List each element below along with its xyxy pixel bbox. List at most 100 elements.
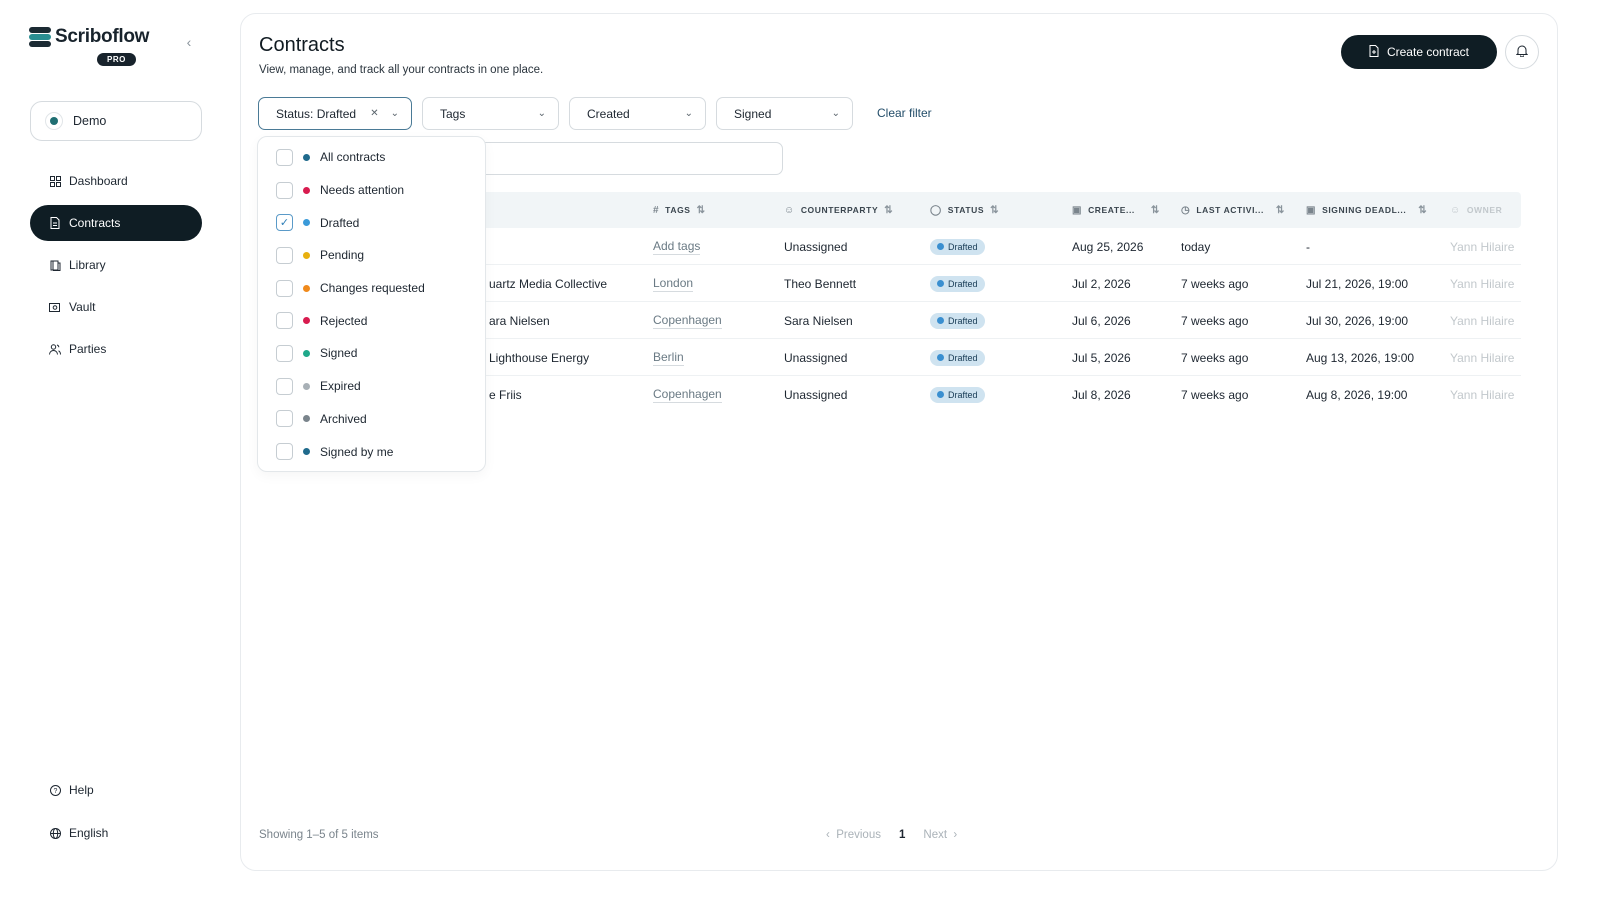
created-filter-label: Created [587, 106, 630, 121]
status-option-drafted[interactable]: ✓ Drafted [258, 206, 485, 239]
tag-link[interactable]: London [653, 276, 694, 292]
checkbox[interactable] [276, 279, 293, 297]
sort-icon: ⇅ [884, 204, 894, 216]
sidebar-item-contracts[interactable]: Contracts [30, 205, 202, 241]
checkbox[interactable] [276, 410, 293, 428]
sidebar-item-parties[interactable]: Parties [30, 331, 202, 367]
checkbox-checked[interactable]: ✓ [276, 214, 293, 232]
status-badge: Drafted [930, 349, 985, 366]
cell-last-activity: 7 weeks ago [1181, 350, 1249, 365]
sort-icon: ⇅ [1150, 204, 1160, 216]
column-created[interactable]: ▣ CREATE... ⇅ [1072, 192, 1160, 228]
column-label: CREATE... [1088, 205, 1135, 215]
checkbox[interactable] [276, 246, 293, 264]
status-dot [303, 382, 310, 390]
status-option-signed-by-me[interactable]: Signed by me [258, 435, 485, 468]
column-signing-deadline[interactable]: ▣ SIGNING DEADL... ⇅ [1306, 192, 1427, 228]
clear-filter-link[interactable]: Clear filter [877, 106, 932, 120]
sidebar-item-library[interactable]: Library [30, 247, 202, 283]
status-dot [303, 415, 310, 423]
checkbox[interactable] [276, 377, 293, 395]
cell-created: Jul 8, 2026 [1072, 387, 1131, 402]
status-option-expired[interactable]: Expired [258, 370, 485, 403]
status-option-needs-attention[interactable]: Needs attention [258, 174, 485, 207]
person-icon: ☺ [1450, 204, 1461, 216]
status-option-all-contracts[interactable]: All contracts [258, 141, 485, 174]
sidebar-item-help[interactable]: ? Help [30, 775, 202, 805]
created-filter[interactable]: Created ⌄ [569, 97, 706, 130]
pagination: ‹ Previous 1 Next › [826, 829, 957, 841]
status-badge: Drafted [930, 238, 985, 255]
status-dot [303, 448, 310, 456]
signed-filter[interactable]: Signed ⌄ [716, 97, 853, 130]
cell-last-activity: 7 weeks ago [1181, 387, 1249, 402]
status-option-pending[interactable]: Pending [258, 239, 485, 272]
tags-filter[interactable]: Tags ⌄ [422, 97, 559, 130]
sidebar-item-vault[interactable]: Vault [30, 289, 202, 325]
sidebar-item-label: Library [69, 258, 106, 272]
column-status[interactable]: ◯ STATUS ⇅ [930, 192, 999, 228]
add-tags-link[interactable]: Add tags [653, 239, 701, 255]
tag-link[interactable]: Copenhagen [653, 387, 722, 403]
cell-created: Aug 25, 2026 [1072, 239, 1144, 254]
collapse-sidebar-icon[interactable]: ‹ [181, 34, 197, 50]
cell-name: Lighthouse Energy [489, 350, 590, 365]
book-icon [49, 259, 61, 271]
checkbox[interactable] [276, 181, 293, 199]
page-number-button[interactable]: 1 [899, 829, 905, 841]
chevron-down-icon: ⌄ [537, 108, 546, 119]
checkbox[interactable] [276, 443, 293, 461]
status-option-rejected[interactable]: Rejected [258, 304, 485, 337]
notifications-button[interactable] [1505, 35, 1539, 69]
tag-link[interactable]: Berlin [653, 350, 684, 366]
status-filter[interactable]: Status: Drafted ✕ ⌄ [258, 97, 412, 130]
status-badge: Drafted [930, 275, 985, 292]
tag-link[interactable]: Copenhagen [653, 313, 722, 329]
next-page-button[interactable]: Next › [923, 829, 957, 841]
sidebar-item-label: Help [69, 783, 94, 797]
status-badge: Drafted [930, 386, 985, 403]
status-option-signed[interactable]: Signed [258, 337, 485, 370]
checkbox[interactable] [276, 344, 293, 362]
workspace-name: Demo [73, 114, 107, 128]
brand-logo[interactable]: Scriboflow [29, 26, 149, 48]
column-label: TAGS [665, 205, 691, 215]
clear-status-icon[interactable]: ✕ [370, 108, 378, 119]
column-last-activity[interactable]: ◷ LAST ACTIVI... ⇅ [1181, 192, 1285, 228]
column-owner[interactable]: ☺ OWNER [1450, 192, 1502, 228]
vault-icon [49, 301, 61, 313]
column-tags[interactable]: # TAGS ⇅ [653, 192, 706, 228]
language-nav: English [30, 818, 202, 854]
users-icon [49, 343, 61, 355]
brand-name: Scriboflow [55, 26, 150, 47]
column-label: STATUS [947, 205, 985, 215]
search-input[interactable] [471, 142, 783, 175]
create-contract-button[interactable]: Create contract [1341, 35, 1497, 69]
hash-icon: # [653, 204, 660, 216]
cell-last-activity: 7 weeks ago [1181, 313, 1249, 328]
cell-counterparty: Unassigned [784, 387, 848, 402]
sidebar-item-language[interactable]: English [30, 818, 202, 848]
workspace-switcher[interactable]: Demo [30, 101, 202, 141]
cell-owner: Yann Hilaire [1450, 387, 1515, 402]
chevron-down-icon: ⌄ [684, 108, 693, 119]
column-counterparty[interactable]: ☺ COUNTERPARTY ⇅ [784, 192, 893, 228]
logo-mark-icon [29, 26, 51, 48]
page-subtitle: View, manage, and track all your contrac… [259, 64, 544, 76]
previous-page-button[interactable]: ‹ Previous [826, 829, 881, 841]
status-badge: Drafted [930, 312, 985, 329]
status-option-changes-requested[interactable]: Changes requested [258, 272, 485, 305]
cell-deadline: Aug 13, 2026, 19:00 [1306, 350, 1415, 365]
status-dot [303, 251, 310, 259]
status-filter-dropdown: All contracts Needs attention ✓ Drafted P… [257, 136, 486, 472]
sort-icon: ⇅ [990, 204, 1000, 216]
sidebar-item-dashboard[interactable]: Dashboard [30, 163, 202, 199]
checkbox[interactable] [276, 148, 293, 166]
checkbox[interactable] [276, 312, 293, 330]
cell-deadline: Jul 21, 2026, 19:00 [1306, 276, 1409, 291]
cell-owner: Yann Hilaire [1450, 239, 1515, 254]
cell-name: e Friis [489, 387, 522, 402]
status-option-archived[interactable]: Archived [258, 403, 485, 436]
status-filter-label: Status: Drafted [276, 106, 357, 121]
document-icon [49, 217, 61, 229]
